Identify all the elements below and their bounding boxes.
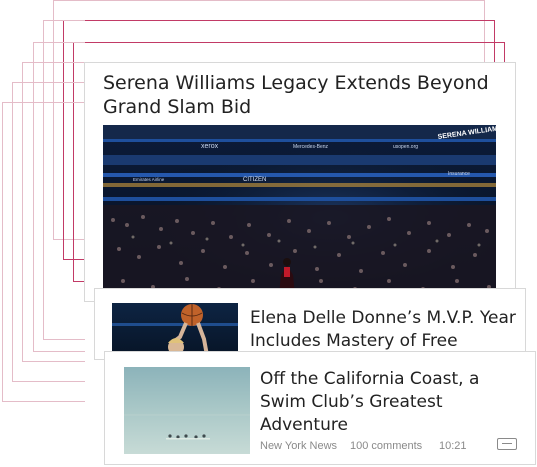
minus-box-icon[interactable]	[497, 438, 517, 450]
stadium-photo: xerox Mercedes-Benz CITIZEN SERENA WILLI…	[103, 125, 496, 295]
sign-text: CITIZEN	[243, 177, 266, 183]
sign-text: Mercedes-Benz	[293, 144, 329, 150]
news-source[interactable]: New York News	[260, 440, 337, 452]
stadium-photo-illustration: xerox Mercedes-Benz CITIZEN SERENA WILLI…	[103, 125, 496, 295]
timestamp: 10:21	[439, 440, 467, 452]
sign-text: xerox	[201, 143, 219, 150]
news-card-delle-donne[interactable]: Elena Delle Donne’s M.V.P. Year Includes…	[94, 288, 526, 360]
ocean-photo-illustration	[124, 367, 250, 454]
sign-text: usopen.org	[393, 144, 418, 150]
ocean-thumbnail	[124, 367, 250, 454]
sign-text: Insurance	[448, 171, 470, 177]
stack-card-outline	[2, 102, 85, 402]
news-card-serena[interactable]: Serena Williams Legacy Extends Beyond Gr…	[84, 62, 516, 302]
comments-count[interactable]: 100 comments	[350, 440, 422, 452]
card-title: Serena Williams Legacy Extends Beyond Gr…	[103, 72, 489, 118]
sign-text: Emirates Airline	[133, 177, 165, 182]
card-headline: Off the California Coast, a Swim Club’s …	[260, 369, 480, 435]
news-card-swim-club[interactable]: Off the California Coast, a Swim Club’s …	[104, 351, 536, 465]
